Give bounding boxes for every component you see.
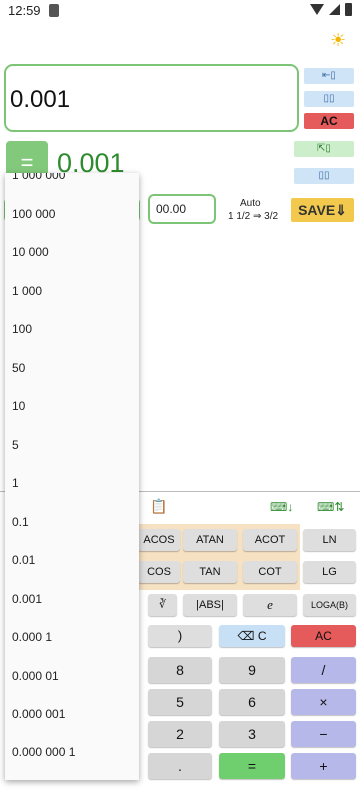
dropdown-item[interactable]: 50: [12, 361, 25, 375]
plus-key[interactable]: +: [291, 753, 356, 779]
dropdown-item[interactable]: 10 000: [12, 245, 49, 259]
cot-key[interactable]: COT: [243, 561, 297, 583]
cellular-icon: [329, 4, 340, 15]
acos-key[interactable]: ACOS: [138, 529, 180, 551]
status-bar: 12:59: [0, 0, 360, 22]
abs-key[interactable]: |ABS|: [183, 594, 237, 616]
wifi-icon: [310, 4, 324, 15]
status-time: 12:59: [8, 3, 41, 18]
multiply-key[interactable]: ×: [291, 689, 356, 715]
acot-key[interactable]: ACOT: [243, 529, 297, 551]
minus-key[interactable]: −: [291, 721, 356, 747]
dropdown-item[interactable]: 100: [12, 322, 32, 336]
dropdown-item[interactable]: 1: [12, 476, 19, 490]
sim-icon: [49, 4, 59, 17]
dropdown-item[interactable]: 0.000 1: [12, 630, 52, 644]
copy-result-button[interactable]: ▯▯: [294, 168, 354, 184]
cos-key[interactable]: COS: [138, 561, 180, 583]
dropdown-item[interactable]: 1 000 000: [12, 173, 65, 182]
equals-key[interactable]: =: [219, 753, 285, 779]
cube-root-key[interactable]: ∛: [148, 594, 177, 616]
tan-key[interactable]: TAN: [183, 561, 237, 583]
ac-key[interactable]: AC: [291, 625, 356, 647]
dropdown-item[interactable]: 0.01: [12, 553, 35, 567]
copy-button[interactable]: ▯▯: [304, 91, 354, 107]
digit-2-key[interactable]: 2: [148, 721, 212, 747]
digit-8-key[interactable]: 8: [148, 657, 212, 683]
decimal-format-field[interactable]: 00.00: [148, 194, 216, 224]
save-button[interactable]: SAVE⇓: [291, 198, 354, 222]
dropdown-item[interactable]: 0.000 000 1: [12, 745, 75, 759]
lg-key[interactable]: LG: [303, 561, 356, 583]
log-key[interactable]: LOGA(B): [303, 594, 356, 616]
divide-key[interactable]: /: [291, 657, 356, 683]
dropdown-item[interactable]: 10: [12, 399, 25, 413]
keyboard-down-icon[interactable]: ⌨↓: [270, 500, 293, 514]
rounding-dropdown[interactable]: 1 000 000 100 000 10 000 1 000 100 50 10…: [5, 173, 139, 780]
dropdown-item[interactable]: 0.000 001: [12, 707, 65, 721]
auto-label: Auto: [240, 198, 261, 209]
e-key[interactable]: e: [243, 594, 297, 616]
dropdown-item[interactable]: 0.000 01: [12, 669, 59, 683]
clipboard-icon[interactable]: 📋: [150, 498, 167, 515]
battery-icon: [345, 3, 352, 16]
digit-6-key[interactable]: 6: [219, 689, 285, 715]
ac-side-button[interactable]: AC: [304, 113, 354, 129]
dropdown-item[interactable]: 1 000: [12, 284, 42, 298]
dropdown-item[interactable]: 5: [12, 438, 19, 452]
digit-3-key[interactable]: 3: [219, 721, 285, 747]
digit-9-key[interactable]: 9: [219, 657, 285, 683]
backspace-copy-button[interactable]: ⇤▯: [304, 68, 354, 84]
expression-display[interactable]: 0.001: [4, 64, 299, 132]
digit-5-key[interactable]: 5: [148, 689, 212, 715]
paste-button[interactable]: ⇱▯: [294, 141, 354, 157]
close-paren-key[interactable]: ): [148, 625, 212, 647]
ln-key[interactable]: LN: [303, 529, 356, 551]
expression-value: 0.001: [10, 86, 71, 113]
atan-key[interactable]: ATAN: [183, 529, 237, 551]
keyboard-switch-icon[interactable]: ⌨⇅: [317, 500, 344, 514]
dropdown-item[interactable]: 0.001: [12, 592, 42, 606]
status-icons: [310, 3, 352, 16]
clear-key[interactable]: ⌫ C: [219, 625, 285, 647]
dropdown-item[interactable]: 0.1: [12, 515, 29, 529]
dropdown-item[interactable]: 100 000: [12, 207, 55, 221]
fraction-label: 1 1/2 ⇒ 3/2: [228, 211, 279, 222]
decimal-point-key[interactable]: .: [148, 753, 212, 779]
theme-icon[interactable]: ☀: [330, 30, 352, 50]
